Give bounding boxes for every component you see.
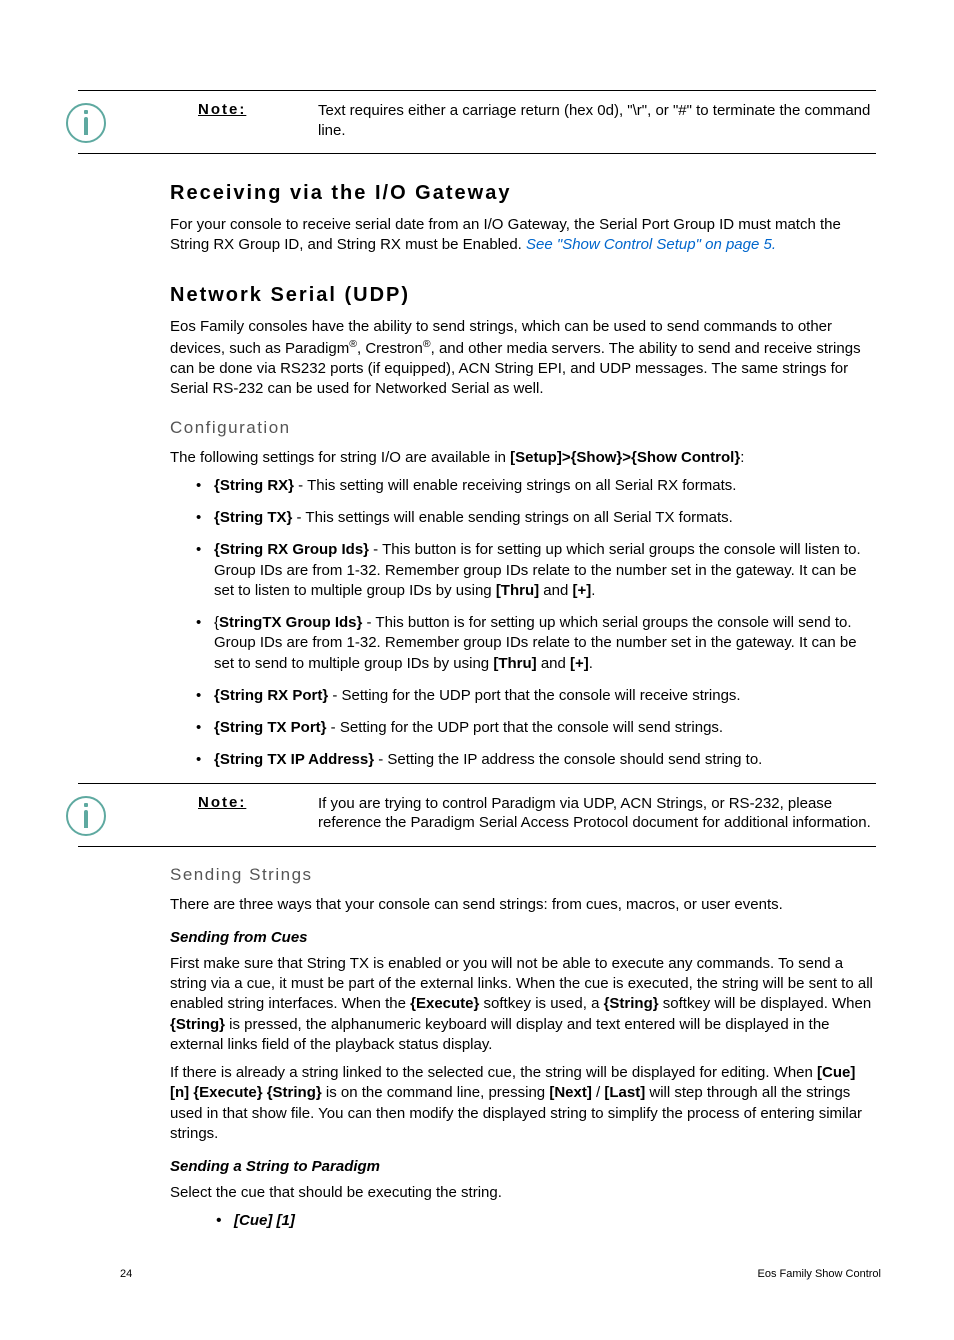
note-text: Text requires either a carriage return (…: [318, 101, 876, 140]
registered-icon: ®: [423, 338, 431, 350]
page-number: 24: [120, 1268, 132, 1280]
info-icon: [66, 103, 106, 143]
config-bullet-list: {String RX} - This setting will enable r…: [170, 476, 876, 771]
note-text: If you are trying to control Paradigm vi…: [318, 794, 876, 833]
heading-sending-strings: Sending Strings: [170, 865, 876, 885]
list-item: {String RX Group Ids} - This button is f…: [214, 540, 876, 601]
list-item: {String TX Port} - Setting for the UDP p…: [214, 718, 876, 738]
list-item: [Cue] [1]: [234, 1211, 876, 1231]
nested-list: [Cue] [1]: [170, 1211, 876, 1231]
paragraph-network: Eos Family consoles have the ability to …: [170, 317, 876, 400]
paragraph-cues-2: If there is already a string linked to t…: [170, 1063, 876, 1144]
registered-icon: ®: [349, 338, 357, 350]
note-label: Note:: [198, 101, 318, 118]
heading-sending-from-cues: Sending from Cues: [170, 929, 876, 946]
list-item: {String RX Port} - Setting for the UDP p…: [214, 686, 876, 706]
note-label: Note:: [198, 794, 318, 811]
paragraph-cues-1: First make sure that String TX is enable…: [170, 954, 876, 1055]
paragraph-paradigm: Select the cue that should be executing …: [170, 1183, 876, 1203]
note-block-2: Note: If you are trying to control Parad…: [78, 783, 876, 847]
list-item: {StringTX Group Ids} - This button is fo…: [214, 613, 876, 674]
list-item: {String TX IP Address} - Setting the IP …: [214, 750, 876, 770]
paragraph-config-intro: The following settings for string I/O ar…: [170, 448, 876, 468]
list-item: {String RX} - This setting will enable r…: [214, 476, 876, 496]
list-item: {String TX} - This settings will enable …: [214, 508, 876, 528]
paragraph-sending-intro: There are three ways that your console c…: [170, 895, 876, 915]
heading-network-serial: Network Serial (UDP): [170, 284, 876, 307]
doc-title: Eos Family Show Control: [758, 1268, 882, 1280]
paragraph-receiving: For your console to receive serial date …: [170, 215, 876, 256]
cross-ref-link[interactable]: See "Show Control Setup" on page 5.: [526, 236, 776, 253]
info-icon: [66, 796, 106, 836]
heading-receiving: Receiving via the I/O Gateway: [170, 182, 876, 205]
note-block-1: Note: Text requires either a carriage re…: [78, 90, 876, 154]
heading-configuration: Configuration: [170, 418, 876, 438]
page-footer: 24 Eos Family Show Control: [120, 1268, 881, 1280]
heading-sending-paradigm: Sending a String to Paradigm: [170, 1158, 876, 1175]
